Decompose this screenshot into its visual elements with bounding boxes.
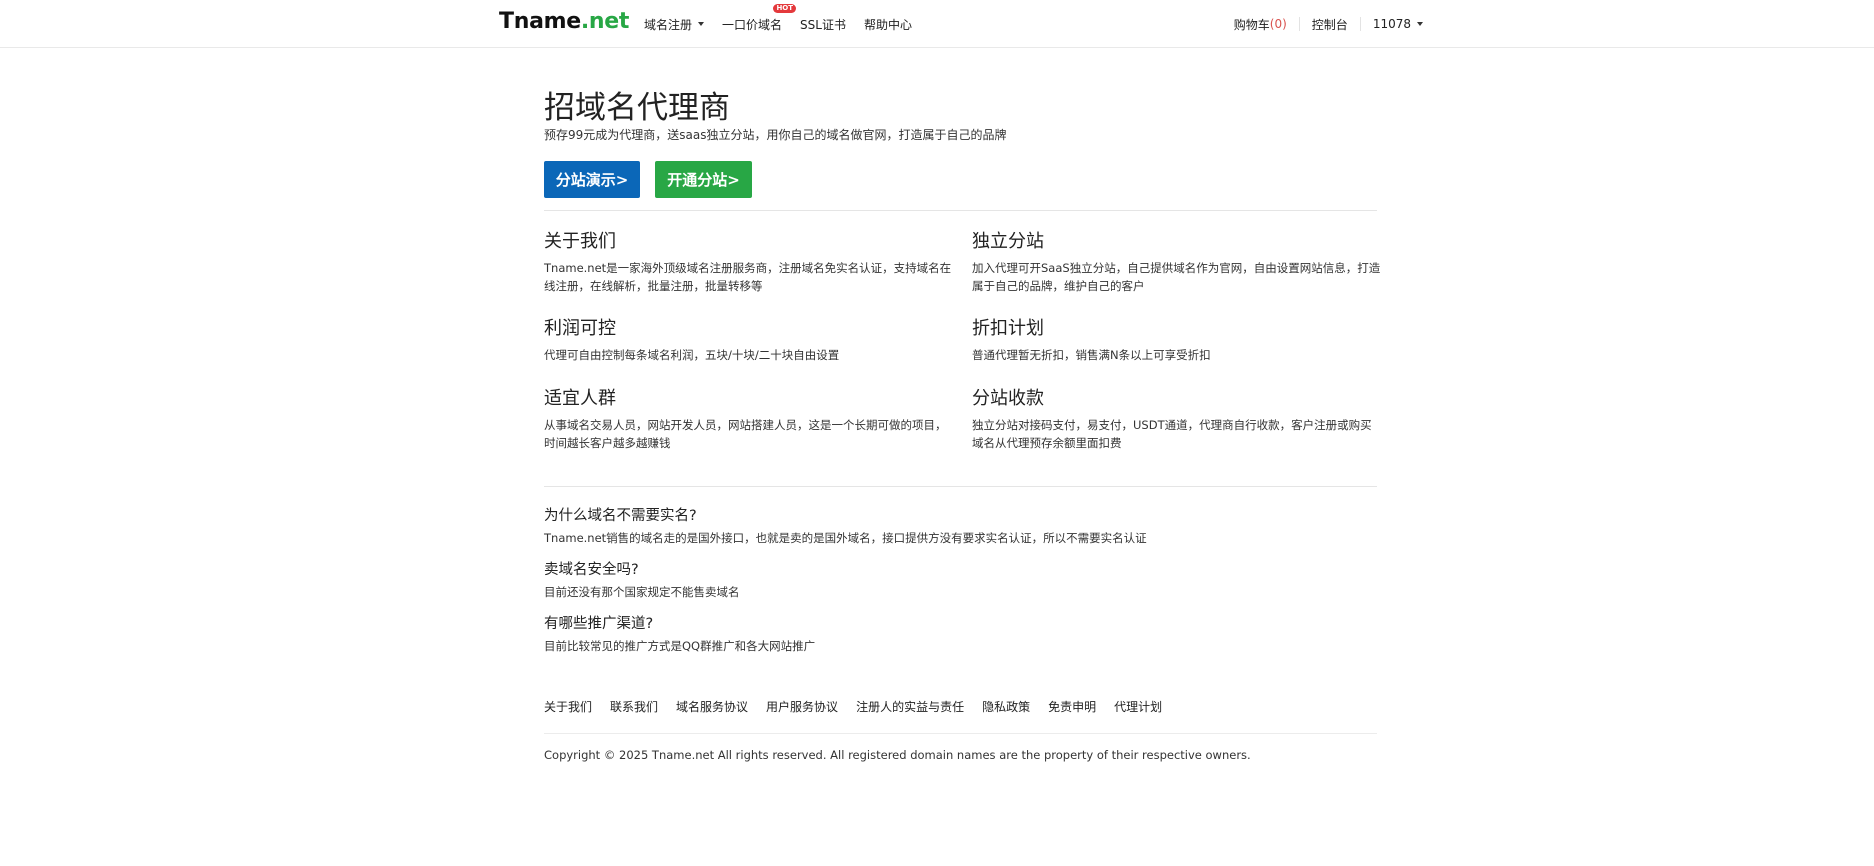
faq-item: 有哪些推广渠道? 目前比较常见的推广方式是QQ群推广和各大网站推广 [544,612,1377,654]
console-label: 控制台 [1311,17,1348,32]
feature-profit-control: 利润可控 代理可自由控制每条域名利润，五块/十块/二十块自由设置 [544,314,954,364]
feature-text: 代理可自由控制每条域名利润，五块/十块/二十块自由设置 [544,348,840,362]
copyright-text: Copyright © 2025 Tname.net All rights re… [544,748,1251,762]
feature-site-payment: 分站收款 独立分站对接码支付，易支付，USDT通道，代理商自行收款，客户注册或购… [972,384,1382,452]
footer-link-domain-agreement[interactable]: 域名服务协议 [676,698,748,715]
faq-item: 卖域名安全吗? 目前还没有那个国家规定不能售卖域名 [544,558,1377,600]
feature-title: 折扣计划 [972,318,1044,339]
feature-title: 关于我们 [544,231,616,252]
footer-link-agent-plan[interactable]: 代理计划 [1114,698,1162,715]
feature-title: 适宜人群 [544,388,616,409]
user-menu[interactable]: 11078 [1373,17,1423,31]
feature-text: 独立分站对接码支付，易支付，USDT通道，代理商自行收款，客户注册或购买域名从代… [972,418,1372,450]
site-logo[interactable]: Tname.net [499,9,629,34]
cart-link[interactable]: 购物车 (0) [1234,16,1287,33]
divider [544,486,1377,487]
nav-item-help[interactable]: 帮助中心 [864,16,912,33]
footer-link-privacy[interactable]: 隐私政策 [982,698,1030,715]
cart-label: 购物车 [1233,17,1270,32]
footer-link-registrant-responsibility[interactable]: 注册人的实益与责任 [856,698,964,715]
page-subtitle: 预存99元成为代理商，送saas独立分站，用你自己的域名做官网，打造属于自己的品… [544,128,1007,142]
footer-link-about[interactable]: 关于我们 [544,698,592,715]
feature-title: 分站收款 [972,388,1044,409]
faq-question: 有哪些推广渠道? [544,616,654,632]
feature-text: 普通代理暂无折扣，销售满N条以上可享受折扣 [972,348,1211,362]
user-label: 11078 [1372,17,1411,31]
feature-about-us: 关于我们 Tname.net是一家海外顶级域名注册服务商，注册域名免实名认证，支… [544,227,954,295]
nav-item-ssl[interactable]: SSL证书 [800,16,846,33]
feature-discount-plan: 折扣计划 普通代理暂无折扣，销售满N条以上可享受折扣 [972,314,1382,364]
nav-item-label: 一口价域名 [722,17,783,32]
faq-item: 为什么域名不需要实名? Tname.net销售的域名走的是国外接口，也就是卖的是… [544,504,1377,546]
logo-main-text: Tname [499,9,581,34]
nav-divider [1298,17,1300,31]
nav-item-label: 帮助中心 [863,17,912,32]
cart-count: (0) [1269,17,1287,31]
feature-text: 从事域名交易人员，网站开发人员，网站搭建人员，这是一个长期可做的项目，时间越长客… [544,418,947,450]
feature-target-audience: 适宜人群 从事域名交易人员，网站开发人员，网站搭建人员，这是一个长期可做的项目，… [544,384,954,452]
faq-answer: Tname.net销售的域名走的是国外接口，也就是卖的是国外域名，接口提供方没有… [544,531,1147,545]
console-link[interactable]: 控制台 [1312,16,1348,33]
faq-answer: 目前比较常见的推广方式是QQ群推广和各大网站推广 [544,639,816,653]
footer-links: 关于我们 联系我们 域名服务协议 用户服务协议 注册人的实益与责任 隐私政策 免… [544,698,1180,715]
navbar-container: Tname.net 域名注册 一口价域名 HOT SSL证书 帮助中心 购物车(… [499,0,1423,48]
feature-text: 加入代理可开SaaS独立分站，自己提供域名作为官网，自由设置网站信息，打造属于自… [972,261,1381,293]
open-substation-button[interactable]: 开通分站> [655,161,752,198]
nav-divider [1359,17,1361,31]
hot-badge: HOT [773,3,797,13]
feature-independent-site: 独立分站 加入代理可开SaaS独立分站，自己提供域名作为官网，自由设置网站信息，… [972,227,1382,295]
user-nav: 购物车 (0) 控制台 11078 [1234,0,1423,48]
top-navbar: Tname.net 域名注册 一口价域名 HOT SSL证书 帮助中心 购物车(… [0,0,1874,48]
nav-item-fixed-price-domain[interactable]: 一口价域名 HOT [722,3,797,33]
divider [544,210,1377,211]
chevron-down-icon [698,22,705,26]
logo-suffix-text: .net [580,9,630,34]
nav-item-domain-register[interactable]: 域名注册 [644,16,705,33]
feature-title: 利润可控 [544,318,616,339]
faq-question: 卖域名安全吗? [544,562,639,578]
page-title: 招域名代理商 [544,90,730,126]
nav-item-label: SSL证书 [800,17,846,32]
chevron-down-icon [1417,22,1423,26]
feature-title: 独立分站 [972,231,1044,252]
footer-link-disclaimer[interactable]: 免责申明 [1048,698,1096,715]
footer-link-contact[interactable]: 联系我们 [610,698,658,715]
faq-answer: 目前还没有那个国家规定不能售卖域名 [544,585,740,599]
footer-link-user-agreement[interactable]: 用户服务协议 [766,698,838,715]
divider [544,733,1377,734]
main-nav: 域名注册 一口价域名 HOT SSL证书 帮助中心 [644,0,930,48]
feature-text: Tname.net是一家海外顶级域名注册服务商，注册域名免实名认证，支持域名在线… [544,261,952,293]
nav-item-label: 域名注册 [644,17,693,32]
substation-demo-button[interactable]: 分站演示> [544,161,640,198]
faq-question: 为什么域名不需要实名? [544,508,697,524]
